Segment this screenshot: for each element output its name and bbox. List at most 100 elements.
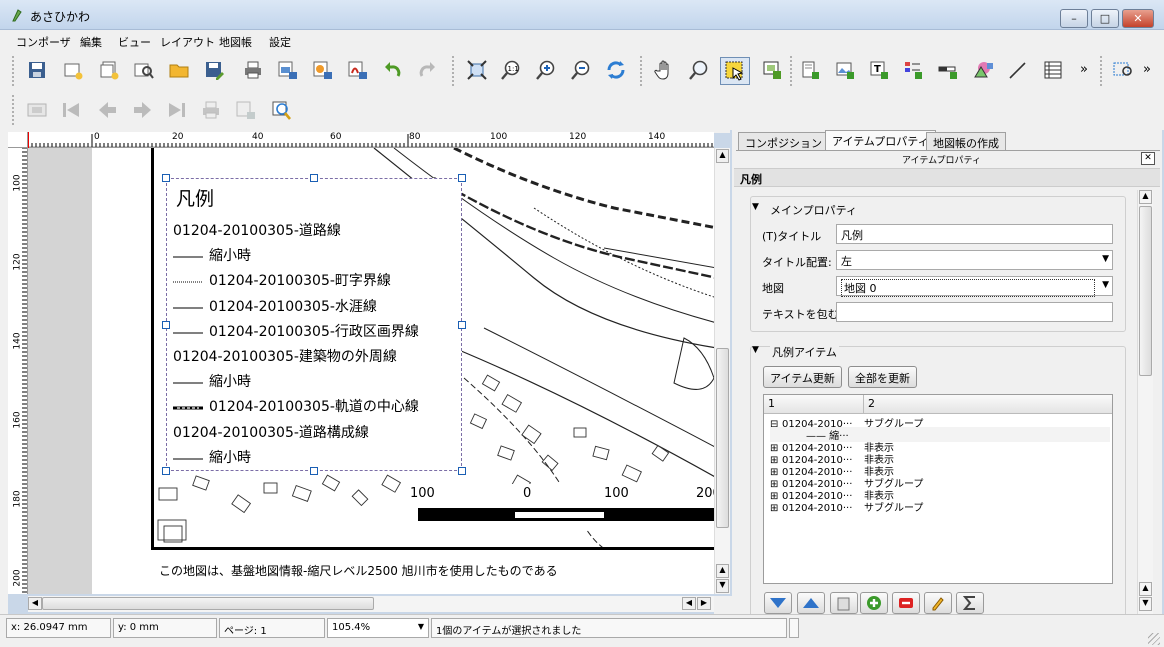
atlas-print-icon[interactable]	[198, 97, 224, 123]
add-label-icon[interactable]: T	[866, 57, 892, 83]
export-svg-icon[interactable]	[309, 57, 335, 83]
save-icon[interactable]	[24, 57, 50, 83]
add-shape-icon[interactable]	[970, 57, 996, 83]
move-up-button[interactable]	[797, 592, 825, 614]
panel-close-icon[interactable]: ✕	[1141, 152, 1155, 165]
update-all-button[interactable]: 全部を更新	[848, 366, 917, 388]
update-item-button[interactable]: アイテム更新	[763, 366, 842, 388]
add-image-icon[interactable]	[832, 57, 858, 83]
selection-handle[interactable]	[310, 174, 318, 182]
resize-grip-icon[interactable]	[1148, 633, 1160, 645]
zoom-full-icon[interactable]	[464, 57, 490, 83]
export-pdf-icon[interactable]	[344, 57, 370, 83]
tree-column-header[interactable]: 1	[764, 395, 864, 414]
duplicate-composer-icon[interactable]	[96, 57, 122, 83]
selection-handle[interactable]	[458, 174, 466, 182]
zoom-out-icon[interactable]	[568, 57, 594, 83]
menu-edit[interactable]: 編集	[80, 34, 102, 50]
menu-view[interactable]: ビュー	[118, 34, 151, 50]
atlas-settings-icon[interactable]	[268, 97, 294, 123]
credit-label[interactable]: この地図は、基盤地図情報-縮尺レベル2500 旭川市を使用したものである	[159, 562, 558, 579]
toolbar-grip[interactable]	[12, 56, 16, 86]
collapse-icon[interactable]: ▼	[752, 345, 759, 355]
save-template-icon[interactable]	[201, 57, 227, 83]
wrap-text-input[interactable]	[836, 302, 1113, 322]
add-legend-icon[interactable]	[900, 57, 926, 83]
atlas-prev-icon[interactable]	[94, 97, 120, 123]
tree-column-header[interactable]: 2	[864, 395, 1112, 414]
toolbar-grip[interactable]	[790, 56, 794, 86]
toolbar-grip[interactable]	[1100, 56, 1104, 86]
zoom-actual-icon[interactable]: 1:1	[498, 57, 524, 83]
map-select[interactable]: 地図 0 ▼	[836, 276, 1113, 297]
add-item-button[interactable]	[860, 592, 888, 614]
tree-row[interactable]: ⊞ 01204-2010··· サブグループ	[770, 499, 1110, 514]
select-tool-icon[interactable]	[1110, 57, 1136, 83]
legend-item[interactable]: 凡例 01204-20100305-道路線 縮小時 01204-20100305-町…	[166, 178, 462, 471]
count-items-button[interactable]	[956, 592, 984, 614]
canvas-horizontal-scrollbar[interactable]: ◀ ◀ ▶	[28, 596, 714, 612]
refresh-icon[interactable]	[603, 57, 629, 83]
menu-layout[interactable]: レイアウト	[160, 34, 215, 50]
menu-settings[interactable]: 設定	[269, 34, 291, 50]
add-scalebar-icon[interactable]	[935, 57, 961, 83]
selection-handle[interactable]	[162, 174, 170, 182]
move-content-icon[interactable]	[759, 57, 785, 83]
selection-handle[interactable]	[162, 467, 170, 475]
remove-item-button[interactable]	[892, 592, 920, 614]
toolbar-overflow-button[interactable]: »	[1080, 62, 1088, 77]
scroll-left-icon[interactable]: ◀	[28, 597, 42, 610]
scroll-down-icon[interactable]: ▼	[716, 579, 729, 593]
edit-item-button[interactable]	[924, 592, 952, 614]
atlas-export-icon[interactable]	[232, 97, 258, 123]
atlas-next-icon[interactable]	[130, 97, 156, 123]
scroll-down-icon[interactable]: ▼	[1139, 597, 1152, 611]
pan-hand-icon[interactable]	[652, 57, 678, 83]
atlas-first-icon[interactable]	[58, 97, 84, 123]
scroll-thumb[interactable]	[716, 348, 729, 528]
minimize-button[interactable]: –	[1060, 9, 1088, 28]
scroll-up-icon[interactable]: ▲	[1139, 190, 1152, 204]
title-alignment-select[interactable]: 左 ▼	[836, 250, 1113, 270]
composer-manager-icon[interactable]	[130, 57, 156, 83]
zoom-select[interactable]: 105.4% ▼	[327, 618, 429, 638]
maximize-button[interactable]: □	[1091, 9, 1119, 28]
scroll-thumb[interactable]	[42, 597, 374, 610]
expand-icon[interactable]: ⊞	[770, 503, 782, 514]
toolbar-overflow-button-2[interactable]: »	[1143, 62, 1151, 77]
zoom-tool-icon[interactable]	[686, 57, 712, 83]
tab-item-properties[interactable]: アイテムプロパティ	[825, 130, 936, 150]
legend-tree[interactable]: 1 2 ⊟ 01204-2010··· サブグループ —— 縮··· ⊞ 01204-20…	[763, 394, 1113, 584]
atlas-preview-icon[interactable]	[24, 97, 50, 123]
scalebar-item[interactable]: 100 0 100 200	[408, 484, 714, 530]
undo-icon[interactable]	[380, 57, 406, 83]
composer-canvas[interactable]: 100 0 100 200 この地図は、基盤地図情報-縮尺レベル2500 旭川市…	[28, 148, 714, 594]
collapse-icon[interactable]: ▼	[752, 202, 759, 212]
move-down-button[interactable]	[764, 592, 792, 614]
canvas-vertical-scrollbar[interactable]: ▲ ▲ ▼	[714, 148, 730, 594]
scroll-thumb[interactable]	[1139, 206, 1152, 376]
toolbar-grip[interactable]	[640, 56, 644, 86]
add-table-icon[interactable]	[1040, 57, 1066, 83]
close-button[interactable]: ✕	[1122, 9, 1154, 28]
selection-handle[interactable]	[310, 467, 318, 475]
scroll-up-icon[interactable]: ▲	[716, 564, 729, 578]
menu-atlas[interactable]: 地図帳	[219, 34, 252, 50]
tab-composition[interactable]: コンポジション	[738, 132, 829, 151]
export-image-icon[interactable]	[274, 57, 300, 83]
scroll-right-icon[interactable]: ▶	[697, 597, 711, 610]
add-map-icon[interactable]	[797, 57, 823, 83]
scroll-up-icon[interactable]: ▲	[716, 149, 729, 163]
select-move-icon[interactable]	[720, 57, 750, 85]
open-folder-icon[interactable]	[166, 57, 192, 83]
new-composer-icon[interactable]	[60, 57, 86, 83]
scroll-left-icon[interactable]: ◀	[682, 597, 696, 610]
toolbar-grip[interactable]	[12, 95, 16, 125]
scroll-up-icon[interactable]: ▲	[1139, 582, 1152, 596]
title-input[interactable]: 凡例	[836, 224, 1113, 244]
add-group-button[interactable]	[830, 592, 858, 614]
selection-handle[interactable]	[458, 467, 466, 475]
print-icon[interactable]	[240, 57, 266, 83]
panel-scrollbar[interactable]: ▲ ▲ ▼	[1137, 190, 1153, 614]
atlas-last-icon[interactable]	[164, 97, 190, 123]
